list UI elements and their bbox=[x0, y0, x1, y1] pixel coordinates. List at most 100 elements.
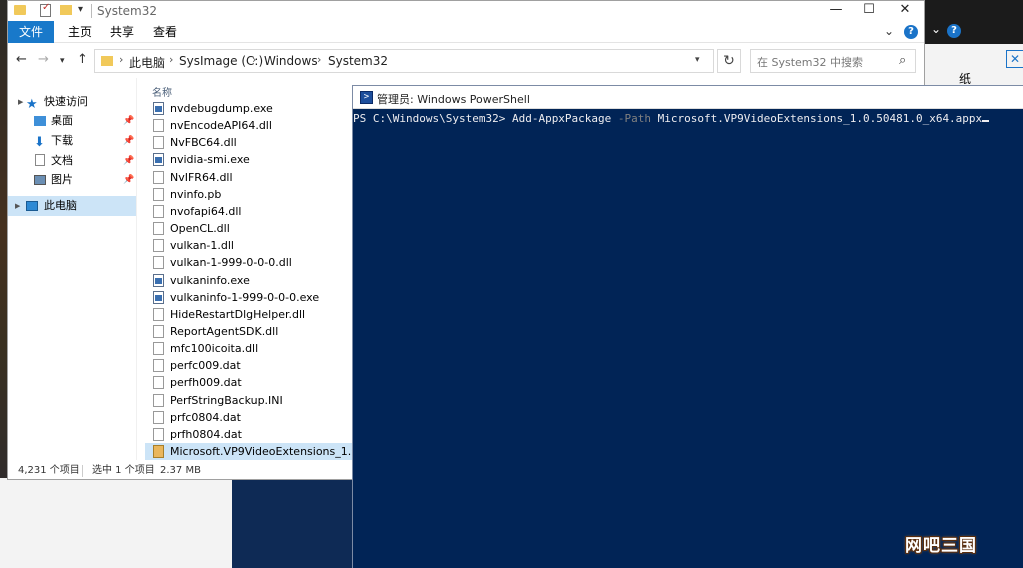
breadcrumb-drive[interactable]: SysImage (C:) bbox=[179, 54, 263, 68]
chevron-right-icon[interactable]: ▶ bbox=[15, 196, 20, 216]
item-count: 4,231 个项目 bbox=[18, 465, 80, 476]
file-row[interactable]: ReportAgentSDK.dll bbox=[145, 323, 355, 340]
file-row[interactable]: PerfStringBackup.INI bbox=[145, 392, 355, 409]
file-row[interactable]: vulkan-1-999-0-0-0.dll bbox=[145, 254, 355, 271]
background-area bbox=[0, 478, 240, 568]
download-icon: ⬇ bbox=[34, 135, 45, 150]
document-icon bbox=[35, 154, 45, 166]
close-button[interactable]: ✕ bbox=[882, 1, 928, 21]
chevron-right-icon[interactable]: › bbox=[119, 53, 123, 66]
file-row[interactable]: perfc009.dat bbox=[145, 357, 355, 374]
pin-icon[interactable]: 📌 bbox=[123, 151, 134, 171]
desktop-icon bbox=[34, 116, 46, 126]
chevron-right-icon[interactable]: › bbox=[317, 53, 321, 66]
customize-toolbar-icon[interactable]: ▾ bbox=[78, 4, 83, 20]
column-header-name[interactable]: 名称 bbox=[152, 84, 172, 99]
executable-icon bbox=[153, 102, 164, 115]
back-icon[interactable]: ← bbox=[16, 52, 27, 67]
pin-icon[interactable]: 📌 bbox=[123, 131, 134, 151]
selected-size: 2.37 MB bbox=[160, 465, 201, 476]
file-name: vulkan-1-999-0-0-0.dll bbox=[170, 256, 292, 270]
forward-icon[interactable]: → bbox=[38, 52, 49, 67]
file-icon bbox=[153, 136, 164, 150]
pictures-icon bbox=[34, 175, 46, 185]
search-input[interactable]: 在 System32 中搜索 ⌕ bbox=[750, 49, 916, 73]
help-icon[interactable]: ? bbox=[947, 24, 961, 38]
powershell-icon: > bbox=[360, 91, 373, 104]
new-folder-icon[interactable] bbox=[60, 5, 72, 15]
tab-view[interactable]: 查看 bbox=[141, 21, 189, 43]
help-icon[interactable]: ? bbox=[904, 25, 918, 39]
powershell-title: 管理员: Windows PowerShell bbox=[377, 93, 530, 106]
file-name: OpenCL.dll bbox=[170, 222, 230, 236]
console-output[interactable]: PS C:\Windows\System32> Add-AppxPackage … bbox=[353, 112, 1023, 151]
file-icon bbox=[153, 307, 164, 321]
sidebar-item-documents[interactable]: 文档 📌 bbox=[8, 151, 136, 171]
file-name: NvFBC64.dll bbox=[170, 136, 237, 150]
file-row[interactable]: NvFBC64.dll bbox=[145, 134, 355, 151]
sidebar-item-this-pc[interactable]: ▶ 此电脑 bbox=[8, 196, 136, 216]
command-argument: Microsoft.VP9VideoExtensions_1.0.50481.0… bbox=[651, 112, 983, 125]
search-icon[interactable]: ⌕ bbox=[899, 53, 906, 68]
file-icon bbox=[153, 324, 164, 338]
sidebar-item-desktop[interactable]: 桌面 📌 bbox=[8, 111, 136, 131]
file-name: perfc009.dat bbox=[170, 359, 241, 373]
file-row[interactable]: vulkan-1.dll bbox=[145, 237, 355, 254]
chevron-right-icon[interactable]: › bbox=[169, 53, 173, 66]
breadcrumb-windows[interactable]: Windows bbox=[264, 54, 318, 68]
file-row[interactable]: nvEncodeAPI64.dll bbox=[145, 117, 355, 134]
file-row[interactable]: nvofapi64.dll bbox=[145, 203, 355, 220]
expand-ribbon-icon[interactable]: ⌄ bbox=[884, 24, 894, 38]
powershell-window[interactable]: > 管理员: Windows PowerShell PS C:\Windows\… bbox=[352, 85, 1023, 568]
file-row[interactable]: Microsoft.VP9VideoExtensions_1.0.50... bbox=[145, 443, 355, 460]
tab-file[interactable]: 文件 bbox=[8, 21, 54, 43]
file-row[interactable]: mfc100icoita.dll bbox=[145, 340, 355, 357]
up-icon[interactable]: ↑ bbox=[77, 52, 88, 67]
chevron-right-icon[interactable]: ▶ bbox=[18, 92, 23, 112]
text-cursor bbox=[982, 120, 990, 122]
tab-share[interactable]: 共享 bbox=[98, 21, 146, 43]
file-name: Microsoft.VP9VideoExtensions_1.0.50... bbox=[170, 445, 355, 458]
file-row[interactable]: nvinfo.pb bbox=[145, 186, 355, 203]
prompt: PS C:\Windows\System32> bbox=[353, 112, 512, 125]
recent-locations-icon[interactable]: ▾ bbox=[60, 56, 65, 66]
file-row[interactable]: perfh009.dat bbox=[145, 374, 355, 391]
pin-icon[interactable]: 📌 bbox=[123, 111, 134, 131]
file-row[interactable]: vulkaninfo.exe bbox=[145, 272, 355, 289]
sidebar-item-pictures[interactable]: 图片 📌 bbox=[8, 170, 136, 190]
address-bar[interactable]: › 此电脑 › SysImage (C:) › Windows › System… bbox=[94, 49, 714, 73]
refresh-icon[interactable]: ↻ bbox=[717, 49, 741, 73]
file-row[interactable]: vulkaninfo-1-999-0-0-0.exe bbox=[145, 289, 355, 306]
sidebar-item-quick-access[interactable]: ▶ ★ 快速访问 bbox=[8, 92, 136, 112]
file-row[interactable]: nvdebugdump.exe bbox=[145, 100, 355, 117]
command-line[interactable]: PS C:\Windows\System32> Add-AppxPackage … bbox=[353, 112, 990, 125]
powershell-titlebar: > 管理员: Windows PowerShell bbox=[353, 86, 1023, 109]
file-icon bbox=[153, 376, 164, 390]
file-row[interactable]: prfh0804.dat bbox=[145, 426, 355, 443]
chevron-right-icon[interactable]: › bbox=[252, 53, 256, 66]
file-icon bbox=[153, 410, 164, 424]
file-name: mfc100icoita.dll bbox=[170, 342, 259, 356]
executable-icon bbox=[153, 290, 164, 304]
file-name: nvinfo.pb bbox=[170, 187, 222, 201]
file-row[interactable]: NvIFR64.dll bbox=[145, 169, 355, 186]
file-name: ReportAgentSDK.dll bbox=[170, 324, 279, 338]
tab-home[interactable]: 主页 bbox=[56, 21, 104, 43]
file-row[interactable]: OpenCL.dll bbox=[145, 220, 355, 237]
package-icon bbox=[153, 445, 164, 458]
breadcrumb-this-pc[interactable]: 此电脑 bbox=[129, 54, 165, 71]
file-name: prfc0804.dat bbox=[170, 410, 241, 424]
pin-icon[interactable]: 📌 bbox=[123, 170, 134, 190]
breadcrumb-system32[interactable]: System32 bbox=[328, 54, 388, 68]
chevron-down-icon[interactable]: ▾ bbox=[695, 55, 700, 65]
explorer-titlebar: ▾ System32 — ☐ ✕ bbox=[8, 1, 924, 21]
properties-icon[interactable] bbox=[40, 2, 51, 17]
close-icon[interactable]: ✕ bbox=[1006, 50, 1023, 68]
sidebar-item-downloads[interactable]: ⬇ 下载 📌 bbox=[8, 131, 136, 151]
file-name: nvEncodeAPI64.dll bbox=[170, 119, 272, 133]
file-row[interactable]: nvidia-smi.exe bbox=[145, 151, 355, 168]
file-row[interactable]: prfc0804.dat bbox=[145, 409, 355, 426]
chevron-down-icon[interactable]: ⌄ bbox=[931, 22, 941, 36]
file-row[interactable]: HideRestartDlgHelper.dll bbox=[145, 306, 355, 323]
watermark-logo: 网吧三国 bbox=[905, 536, 977, 556]
